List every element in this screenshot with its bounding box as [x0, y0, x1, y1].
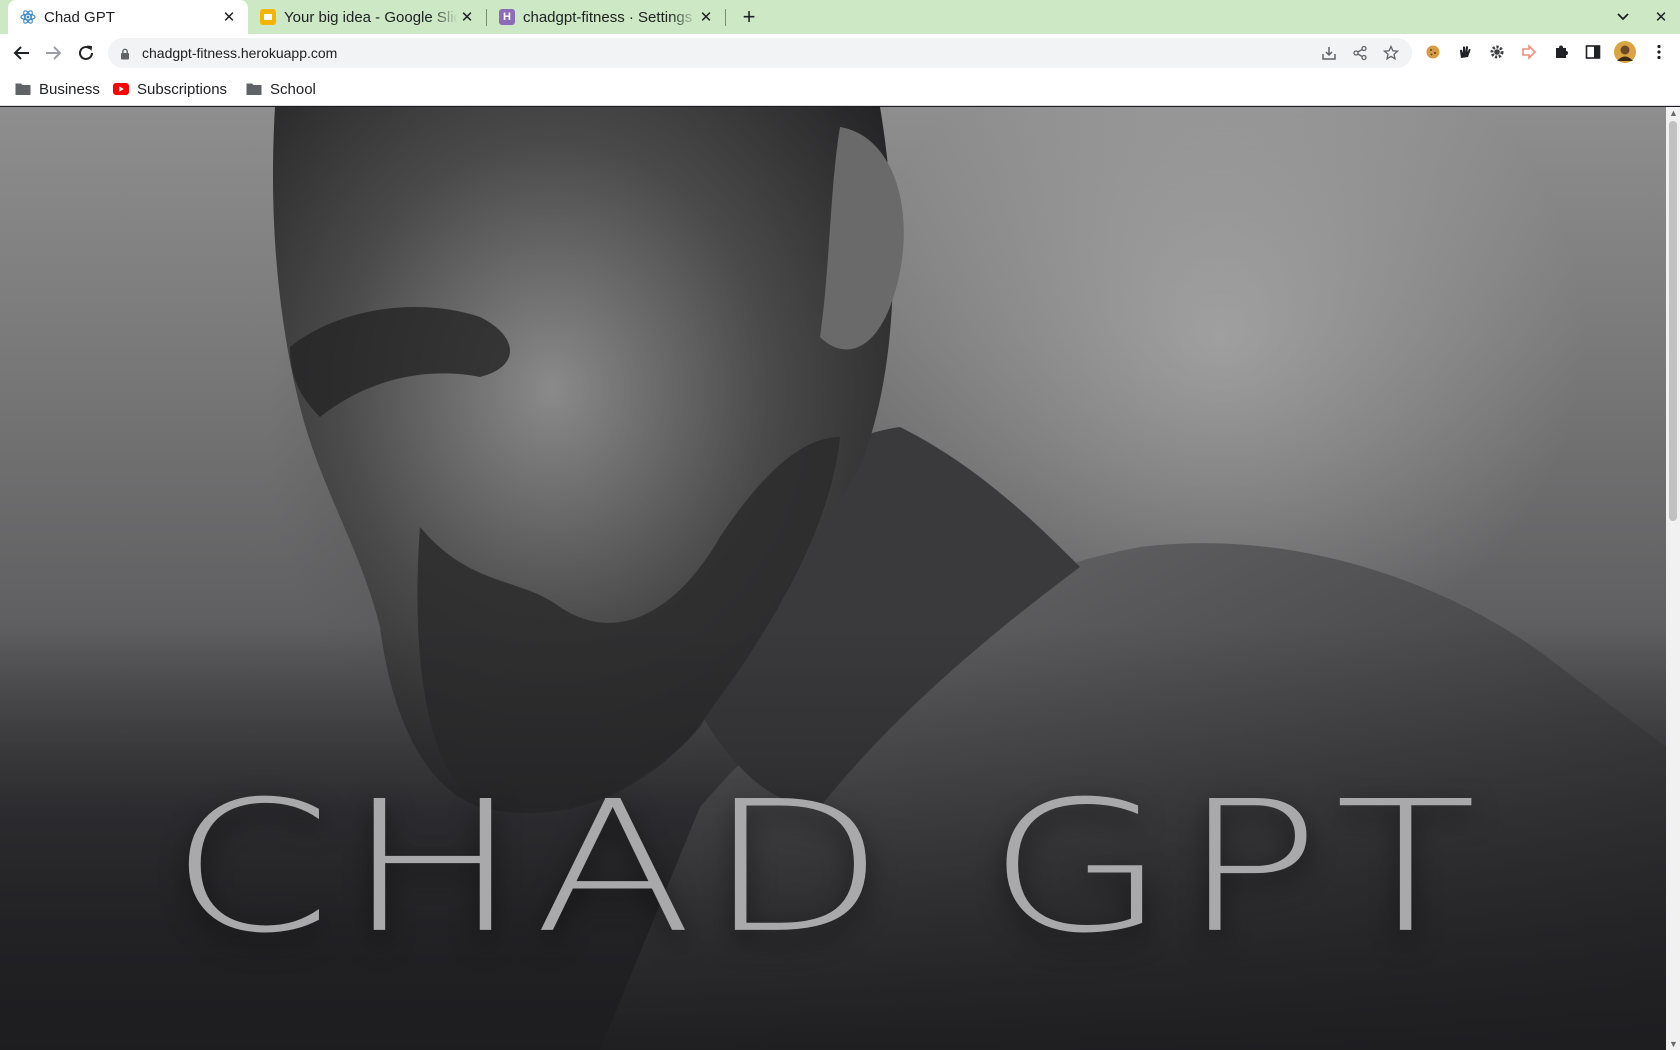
tab-google-slides[interactable]: Your big idea - Google Slides ✕ — [248, 0, 486, 34]
scrollbar-thumb[interactable] — [1669, 121, 1677, 521]
tab-title: Chad GPT — [44, 8, 115, 26]
new-tab-button[interactable]: + — [737, 4, 761, 29]
tab-strip: Chad GPT ✕ Your big idea - Google Slides… — [0, 0, 1680, 34]
chevron-down-icon — [1617, 13, 1629, 21]
folder-icon — [246, 82, 262, 96]
youtube-icon — [113, 83, 129, 95]
scroll-down-arrow-icon[interactable]: ▼ — [1669, 1040, 1678, 1049]
arrow-left-icon — [13, 46, 29, 60]
star-icon[interactable] — [1380, 42, 1402, 64]
google-slides-icon — [260, 9, 276, 25]
bookmark-label: Subscriptions — [137, 80, 228, 98]
react-logo-icon — [20, 9, 36, 25]
page-viewport: CHAD GPT — [0, 107, 1666, 1050]
side-panel-icon[interactable] — [1582, 41, 1604, 63]
kebab-menu-icon[interactable] — [1648, 41, 1670, 63]
bookmark-business[interactable]: Business — [15, 79, 100, 99]
heroku-icon: H — [499, 9, 515, 25]
arrow-right-icon — [46, 46, 62, 60]
folder-icon — [15, 82, 31, 96]
scroll-up-arrow-icon[interactable]: ▲ — [1669, 109, 1678, 118]
page-scrollbar[interactable]: ▲ ▼ — [1666, 107, 1680, 1050]
bookmark-label: School — [270, 80, 316, 98]
bookmark-subscriptions[interactable]: Subscriptions — [113, 79, 227, 99]
tab-search-button[interactable] — [1611, 5, 1635, 29]
share-icon[interactable] — [1349, 42, 1371, 64]
bookmark-school[interactable]: School — [246, 79, 316, 99]
back-button[interactable] — [10, 41, 34, 65]
install-app-icon[interactable] — [1318, 42, 1340, 64]
close-tab-icon[interactable]: ✕ — [220, 8, 238, 26]
forward-button[interactable] — [41, 41, 65, 65]
avatar[interactable] — [1614, 41, 1636, 63]
close-tab-icon[interactable]: ✕ — [458, 8, 476, 26]
close-window-button[interactable]: ✕ — [1649, 5, 1673, 29]
puzzle-icon[interactable] — [1550, 41, 1572, 63]
tab-divider — [725, 9, 726, 26]
tab-title: chadgpt-fitness · Settings — [523, 8, 697, 26]
gear-icon[interactable] — [1486, 41, 1508, 63]
lock-icon[interactable] — [120, 47, 130, 65]
reload-icon — [79, 45, 93, 60]
reload-button[interactable] — [74, 41, 98, 65]
bookmark-label: Business — [39, 80, 100, 98]
tab-title: Your big idea - Google Slides — [284, 8, 458, 26]
tab-heroku-settings[interactable]: H chadgpt-fitness · Settings ✕ — [487, 0, 725, 34]
address-bar[interactable]: chadgpt-fitness.herokuapp.com — [108, 38, 1412, 68]
arrow-extension-icon[interactable] — [1518, 41, 1540, 63]
close-tab-icon[interactable]: ✕ — [697, 8, 715, 26]
tab-chad-gpt[interactable]: Chad GPT ✕ — [8, 0, 248, 34]
cookie-icon[interactable] — [1422, 41, 1444, 63]
bookmarks-bar: Business Subscriptions School — [0, 72, 1680, 106]
hero-title: CHAD GPT — [169, 762, 1491, 973]
hand-icon[interactable] — [1454, 41, 1476, 63]
url-text: chadgpt-fitness.herokuapp.com — [142, 45, 338, 61]
